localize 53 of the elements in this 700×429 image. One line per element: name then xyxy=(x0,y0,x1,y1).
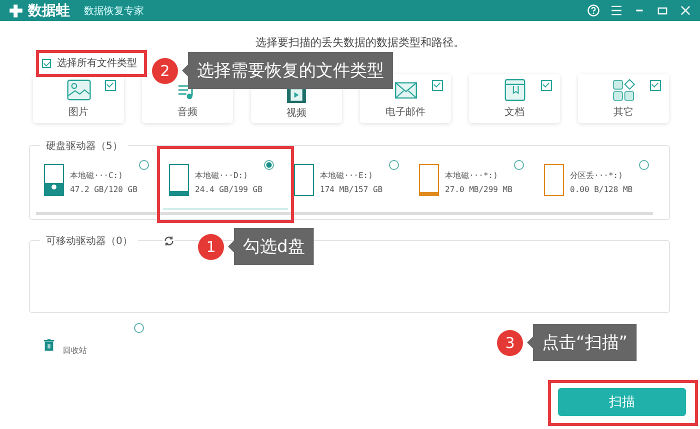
file-type-label: 图片 xyxy=(68,106,88,119)
drive-name: 本地磁···C:) xyxy=(70,170,124,181)
drive-name: 本地磁···*:) xyxy=(445,170,499,181)
removable-drive-heading: 可移动驱动器（0） xyxy=(40,234,138,248)
recycle-bin-radio[interactable] xyxy=(134,323,144,333)
drive-name: 分区丢···*:) xyxy=(570,170,624,181)
app-subtitle: 数据恢复专家 xyxy=(84,4,144,18)
file-type-label: 其它 xyxy=(614,106,634,119)
step-badge: 2 xyxy=(152,58,178,84)
select-all-label: 选择所有文件类型 xyxy=(57,56,137,70)
shapes-icon xyxy=(612,78,636,102)
file-type-label: 音频 xyxy=(178,106,198,119)
drive-usage: 27.0 MB/299 MB xyxy=(445,185,512,194)
recycle-bin-label: 回收站 xyxy=(63,345,87,356)
drive-name: 本地磁···E:) xyxy=(320,170,374,181)
help-icon[interactable] xyxy=(587,4,600,17)
step-badge: 1 xyxy=(198,234,224,260)
file-type-label: 视频 xyxy=(286,106,306,120)
step-badge: 3 xyxy=(497,330,523,356)
drive-radio[interactable] xyxy=(139,160,149,170)
drive-usage: 24.4 GB/199 GB xyxy=(195,185,262,194)
file-type-checkbox[interactable] xyxy=(432,80,443,91)
instruction-text: 选择要扫描的丢失数据的数据类型和路径。 xyxy=(254,35,466,50)
refresh-icon[interactable] xyxy=(163,235,175,247)
trash-icon xyxy=(44,339,54,351)
drive-radio[interactable] xyxy=(264,160,274,170)
hard-drive-heading: 硬盘驱动器（5） xyxy=(40,139,128,153)
file-type-label: 文档 xyxy=(504,106,524,119)
file-type-checkbox[interactable] xyxy=(650,80,661,91)
document-icon xyxy=(502,78,526,102)
file-type-card[interactable]: 其它 xyxy=(578,74,669,123)
callout-tooltip: 选择需要恢复的文件类型 xyxy=(182,52,393,89)
file-type-checkbox[interactable] xyxy=(541,80,552,91)
file-type-card[interactable]: 文档 xyxy=(469,74,560,123)
drive-usage: 0.00 B/128 MB xyxy=(570,185,633,194)
drive-name: 本地磁···D:) xyxy=(195,170,249,181)
image-icon xyxy=(66,78,90,102)
file-type-label: 电子邮件 xyxy=(386,106,426,119)
file-type-checkbox[interactable] xyxy=(105,80,116,91)
app-name: 数据蛙 xyxy=(28,2,70,20)
drive-radio[interactable] xyxy=(389,160,399,170)
callout-tooltip: 勾选d盘 xyxy=(228,228,314,265)
select-all-checkbox[interactable] xyxy=(42,58,51,68)
drive-usage: 47.2 GB/120 GB xyxy=(70,185,138,194)
scrollbar[interactable] xyxy=(36,212,653,215)
drive-usage: 174 MB/157 GB xyxy=(320,185,383,194)
callout-tooltip: 点击“扫描” xyxy=(527,324,637,361)
close-icon[interactable] xyxy=(679,4,692,17)
drive-radio[interactable] xyxy=(639,160,649,170)
logo-icon xyxy=(8,2,24,18)
drive-radio[interactable] xyxy=(514,160,524,170)
file-type-card[interactable]: 图片 xyxy=(33,74,124,123)
menu-icon[interactable] xyxy=(610,4,623,17)
